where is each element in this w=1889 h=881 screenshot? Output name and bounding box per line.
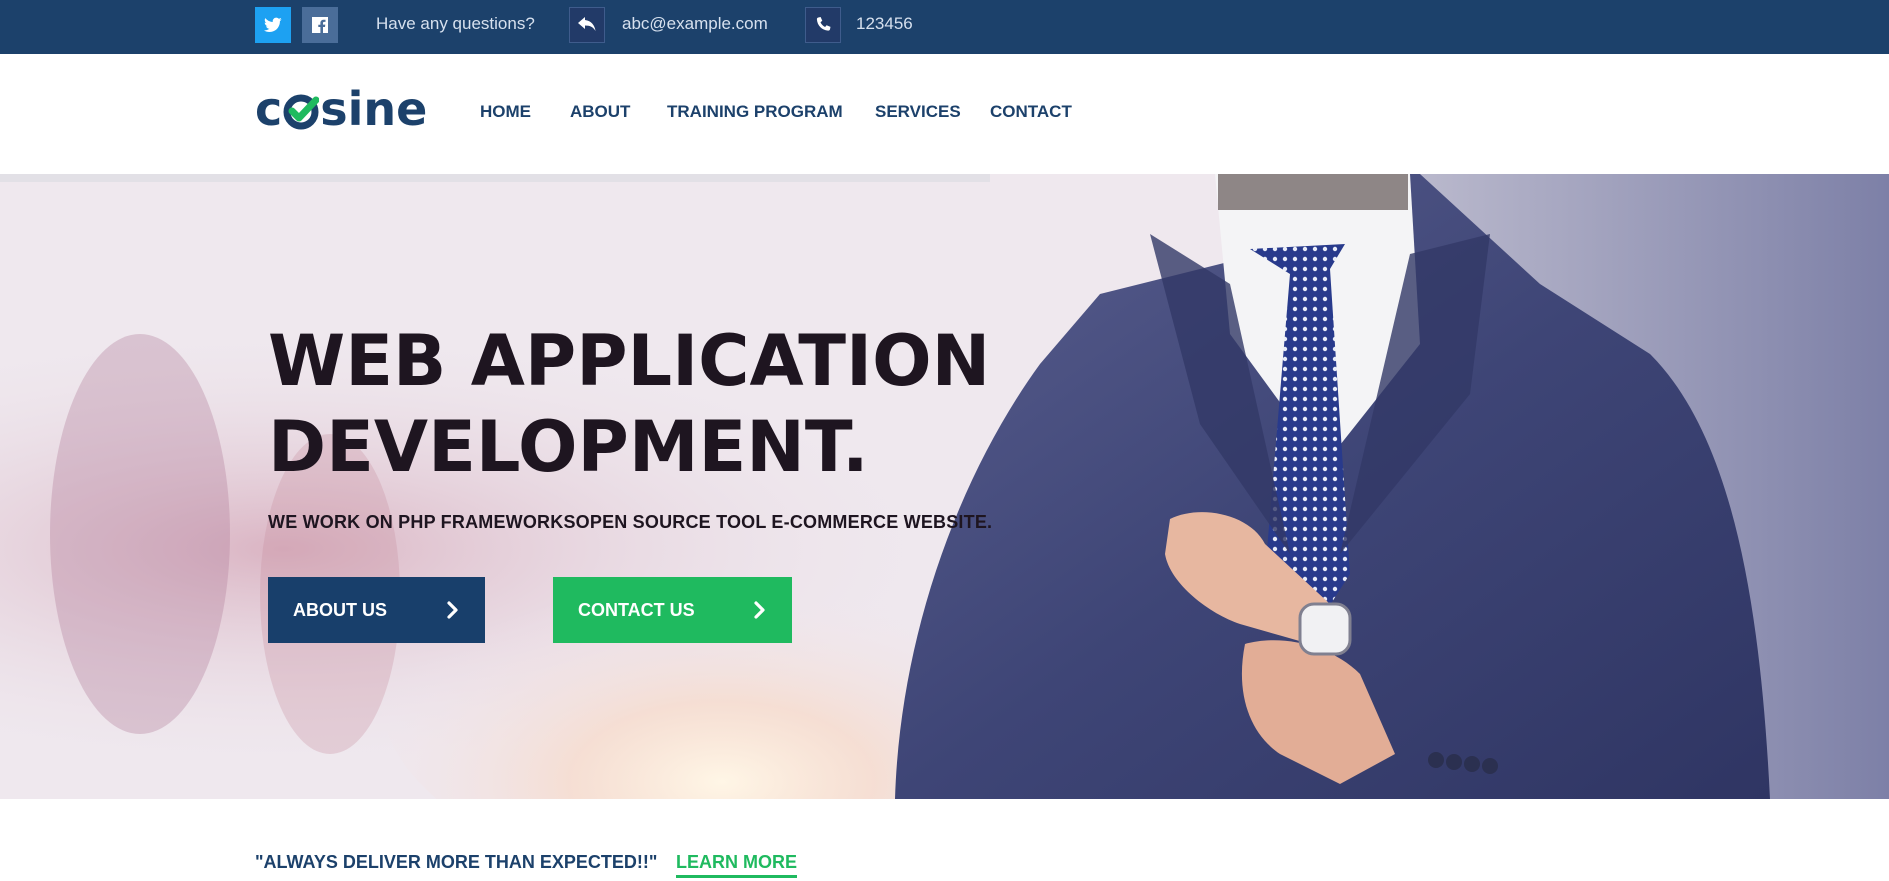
logo-c: c [255,82,283,136]
hero-banner: WEB APPLICATION DEVELOPMENT. WE WORK ON … [0,174,1889,799]
hero-title-line-1: WEB APPLICATION [268,320,991,402]
logo-rest: sine [320,82,428,136]
nav-home[interactable]: HOME [480,102,531,122]
questions-text: Have any questions? [376,14,535,33]
hero-title: WEB APPLICATION DEVELOPMENT. [268,318,990,490]
hero-title-line-2: DEVELOPMENT. [268,406,869,488]
chevron-right-icon [754,601,765,619]
phone-link[interactable]: 123456 [856,14,913,34]
contact-us-button-label: CONTACT US [578,599,695,620]
logo-checkmark-icon [283,94,320,130]
about-us-button-label: ABOUT US [293,599,387,620]
reply-icon [578,17,596,31]
nav-about[interactable]: ABOUT [570,102,630,122]
nav-training-program[interactable]: TRAINING PROGRAM [667,102,843,122]
about-us-button[interactable]: ABOUT US [268,577,485,643]
chevron-right-icon [447,601,458,619]
tagline: "ALWAYS DELIVER MORE THAN EXPECTED!!" [255,852,658,872]
top-bar: Have any questions? abc@example.com 1234… [0,0,1889,54]
learn-more-link[interactable]: LEARN MORE [676,852,797,878]
logo[interactable]: c sine [255,86,427,132]
hero-subtitle: WE WORK ON PHP FRAMEWORKSOPEN SOURCE TOO… [268,512,993,532]
email-icon-box [569,7,605,43]
email-link[interactable]: abc@example.com [622,14,768,34]
phone-icon-box [805,7,841,43]
facebook-icon [312,17,328,33]
nav-contact[interactable]: CONTACT [990,102,1072,122]
main-header: c sine HOME ABOUT TRAINING PROGRAM SERVI… [0,54,1889,174]
nav-services[interactable]: SERVICES [875,102,961,122]
phone-icon [816,17,831,31]
twitter-icon [264,17,282,32]
twitter-button[interactable] [255,7,291,43]
facebook-button[interactable] [302,7,338,43]
contact-us-button[interactable]: CONTACT US [553,577,792,643]
